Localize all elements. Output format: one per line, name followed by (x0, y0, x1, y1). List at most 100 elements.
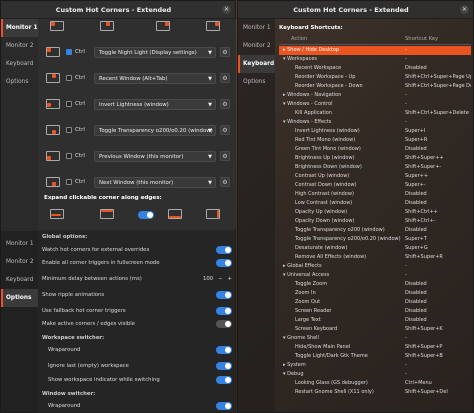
sidebar-item-options[interactable]: Options (1, 289, 38, 307)
action-select[interactable]: Toggle Night Light (Display settings) ▼ (94, 46, 216, 58)
sidebar-item-keyboard[interactable]: Keyboard (1, 271, 38, 289)
table-row[interactable]: Low Contrast (window) Disabled (279, 199, 471, 208)
shortcut-cell[interactable]: - (405, 370, 407, 379)
table-row[interactable]: Remove All Effects (window) Shift+Super+R (279, 253, 471, 262)
plus-icon[interactable]: + (228, 276, 232, 282)
shortcut-cell[interactable]: - (405, 361, 407, 370)
delay-value[interactable]: 100 (203, 276, 213, 282)
shortcut-cell[interactable]: Super++ (405, 172, 428, 181)
expand-toggle[interactable] (138, 211, 154, 219)
sidebar-item-monitor-2[interactable]: Monitor 2 (1, 37, 38, 55)
shortcut-cell[interactable]: Shift+Super++ (405, 154, 444, 163)
table-row[interactable]: ▾ Universal Access - (279, 271, 471, 280)
table-row[interactable]: ▾ Workspaces - (279, 55, 471, 64)
shortcut-cell[interactable]: Disabled (405, 316, 427, 325)
table-row[interactable]: Reorder Workspace - Down Shift+Ctrl+Super… (279, 82, 471, 91)
sidebar-item-keyboard[interactable]: Keyboard (1, 55, 38, 73)
shortcut-cell[interactable]: Disabled (405, 289, 427, 298)
monitor-icon[interactable] (206, 209, 220, 219)
shortcut-cell[interactable]: Shift+Super+P (405, 343, 442, 352)
monitor-icon[interactable] (168, 209, 182, 219)
shortcut-cell[interactable]: Super+T (405, 235, 427, 244)
sidebar-item-options[interactable]: Options (238, 73, 275, 91)
gear-icon[interactable]: ⚙ (220, 125, 230, 135)
table-row[interactable]: Desaturate (window) Super+G (279, 244, 471, 253)
shortcut-cell[interactable]: - (405, 271, 407, 280)
shortcut-cell[interactable]: - (405, 334, 407, 343)
shortcut-cell[interactable]: Disabled (405, 64, 427, 73)
shortcut-column-header[interactable]: Shortcut Key (405, 36, 438, 42)
action-select[interactable]: Invert Lightness (window) ▼ (94, 98, 216, 110)
table-row[interactable]: Screen Keyboard Shift+Super+K (279, 325, 471, 334)
minus-icon[interactable]: − (218, 276, 222, 282)
sidebar-item-monitor-1[interactable]: Monitor 1 (1, 19, 38, 37)
shortcut-cell[interactable]: Disabled (405, 145, 427, 154)
option-toggle[interactable] (216, 306, 232, 315)
shortcut-cell[interactable]: - (405, 118, 407, 127)
table-row[interactable]: Screen Reader Disabled (279, 307, 471, 316)
shortcut-cell[interactable]: Disabled (405, 199, 427, 208)
table-row[interactable]: Zoom Out Disabled (279, 298, 471, 307)
ctrl-checkbox[interactable] (66, 49, 72, 55)
option-toggle[interactable] (216, 375, 232, 384)
table-row[interactable]: Invert Lightness (window) Super+I (279, 127, 471, 136)
shortcut-cell[interactable]: - (405, 55, 407, 64)
action-select[interactable]: Toggle Transparency o200/o0.20 (window) ▼ (94, 124, 216, 136)
shortcut-cell[interactable]: Disabled (405, 307, 427, 316)
table-row[interactable]: Contrast Up (window) Super++ (279, 172, 471, 181)
shortcut-cell[interactable]: Shift+Ctrl++ (405, 208, 438, 217)
monitor-icon[interactable] (50, 209, 64, 219)
table-row[interactable]: Red Tint Mono (window) Super+R (279, 136, 471, 145)
gear-icon[interactable]: ⚙ (220, 99, 230, 109)
shortcut-cell[interactable]: - (405, 91, 407, 100)
shortcut-cell[interactable]: Shift+Super+R (405, 253, 443, 262)
action-select[interactable]: Next Window (this monitor) ▼ (94, 176, 216, 188)
ctrl-checkbox[interactable] (66, 179, 72, 185)
table-row[interactable]: ▾ Windows - Effects - (279, 118, 471, 127)
shortcut-cell[interactable]: Shift+Super+B (405, 352, 443, 361)
close-icon[interactable]: ✕ (222, 5, 231, 14)
gear-icon[interactable]: ⚙ (220, 177, 230, 187)
table-row[interactable]: ▸ Show / Hide Desktop - (279, 46, 471, 55)
sidebar-item-keyboard[interactable]: Keyboard (238, 55, 275, 73)
sidebar-item-monitor-2[interactable]: Monitor 2 (238, 37, 275, 55)
monitor-icon[interactable] (100, 209, 114, 219)
shortcut-cell[interactable]: Shift+Super+K (405, 325, 443, 334)
sidebar-item-monitor-2[interactable]: Monitor 2 (1, 253, 38, 271)
option-toggle[interactable] (216, 290, 232, 299)
shortcut-cell[interactable]: Super+G (405, 244, 428, 253)
sidebar-item-options[interactable]: Options (1, 73, 38, 91)
action-select[interactable]: Previous Window (this monitor) ▼ (94, 150, 216, 162)
table-row[interactable]: High Contrast (window) Disabled (279, 190, 471, 199)
table-row[interactable]: ▾ Windows - Control - (279, 100, 471, 109)
shortcut-cell[interactable]: - (405, 100, 407, 109)
sidebar-item-monitor-1[interactable]: Monitor 1 (238, 19, 275, 37)
shortcut-cell[interactable]: Shift+Super+Del (405, 388, 448, 397)
table-row[interactable]: Recent Workspace Disabled (279, 64, 471, 73)
option-toggle[interactable] (216, 401, 232, 410)
gear-icon[interactable]: ⚙ (220, 47, 230, 57)
shortcut-cell[interactable]: Super+R (405, 136, 427, 145)
table-row[interactable]: ▾ Gnome Shell - (279, 334, 471, 343)
table-row[interactable]: Toggle Transparency o200 (window) Disable… (279, 226, 471, 235)
close-icon[interactable]: ✕ (460, 5, 469, 14)
shortcut-cell[interactable]: Disabled (405, 298, 427, 307)
table-row[interactable]: Brightness Up (window) Shift+Super++ (279, 154, 471, 163)
table-row[interactable]: Contrast Down (window) Super+- (279, 181, 471, 190)
option-toggle[interactable] (216, 345, 232, 354)
table-row[interactable]: ▸ System - (279, 361, 471, 370)
table-row[interactable]: Large Text Disabled (279, 316, 471, 325)
table-row[interactable]: ▾ Debug - (279, 370, 471, 379)
shortcut-cell[interactable]: Disabled (405, 280, 427, 289)
option-toggle[interactable] (216, 319, 232, 328)
shortcut-cell[interactable]: Ctrl+Menu (405, 379, 432, 388)
shortcut-cell[interactable]: Shift+Ctrl+- (405, 217, 435, 226)
table-row[interactable]: Green Tint Mono (window) Disabled (279, 145, 471, 154)
table-row[interactable]: Zoom In Disabled (279, 289, 471, 298)
shortcut-cell[interactable]: Shift+Ctrl+Super+Page Up (405, 73, 471, 82)
shortcut-cell[interactable]: Super+I (405, 127, 425, 136)
ctrl-checkbox[interactable] (66, 153, 72, 159)
table-row[interactable]: Kill Application Shift+Ctrl+Super+Delete (279, 109, 471, 118)
ctrl-checkbox[interactable] (66, 127, 72, 133)
table-row[interactable]: Looking Glass (GS debugger) Ctrl+Menu (279, 379, 471, 388)
